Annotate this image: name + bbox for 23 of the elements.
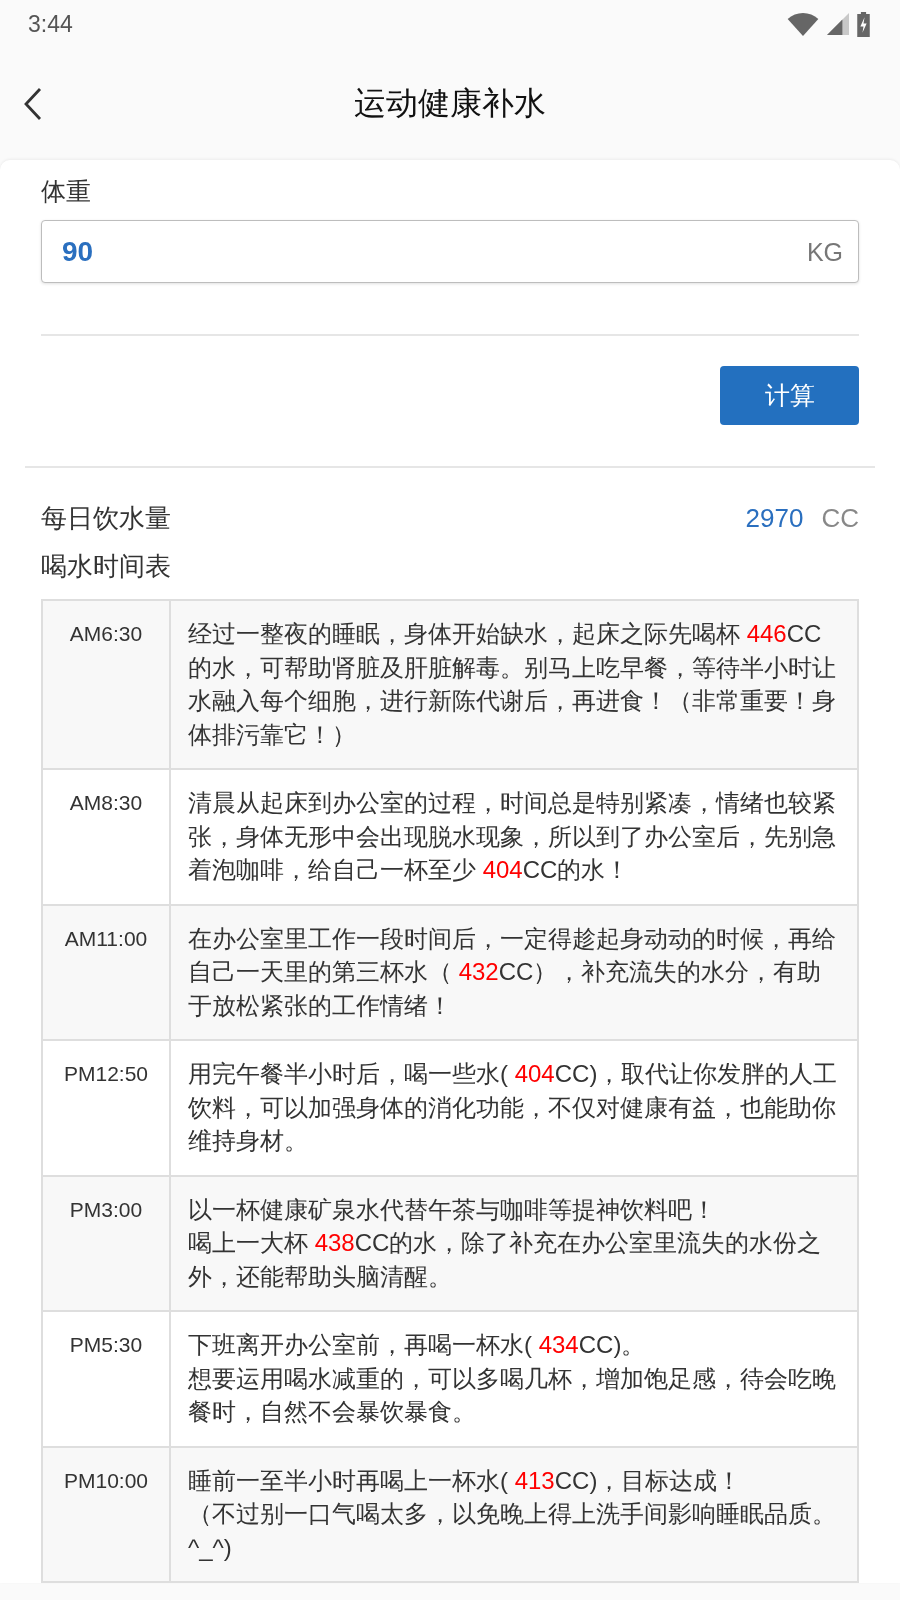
battery-charging-icon [857,11,870,37]
tip-text: 清晨从起床到办公室的过程，时间总是特别紧凑，情绪也较紧张，身体无形中会出现脱水现象，所以到了办公室后，先别急着泡咖啡，给自己一杯至少 404CC的水！ [188,788,837,885]
daily-water-label: 每日饮水量 [41,502,171,535]
tip-text: 下班离开办公室前，再喝一杯水( 434CC)。 [188,1330,647,1360]
calculate-button[interactable]: 计算 [720,366,859,425]
unit-label: KG [806,237,843,266]
tip-text: 喝上一大杯 438CC的水，除了补充在办公室里流失的水份之外，还能帮助头脑清醒。 [188,1228,823,1292]
tip-text: （不过别一口气喝太多，以免晚上得上洗手间影响睡眠品质。^_^) [188,1499,837,1563]
tip-text: 经过一整夜的睡眠，身体开始缺水，起床之际先喝杯 446CC的水，可帮助肾脏及肝脏解毒。别马上吃早餐，等待半小时让水融入每个细胞，进行新陈代谢后，再进食！（非常重要！身体排污靠它！） [188,619,837,750]
tip-text: 想要运用喝水减重的，可以多喝几杯，增加饱足感，待会吃晚餐时，自然不会暴饮暴食。 [188,1363,837,1427]
status-time: 3:44 [28,10,73,38]
signal-icon [827,13,849,35]
weight-label: 体重 [41,176,92,207]
schedule-title: 喝水时间表 [40,550,172,583]
time-cell: PM10:00 [43,1447,171,1581]
unit-label: CC [821,502,859,534]
wifi-icon [787,12,819,36]
page-title: 运动健康补水 [354,84,546,123]
daily-water-value: 2970 [745,502,804,534]
tip-text: 以一杯健康矿泉水代替午茶与咖啡等提神饮料吧！ [188,1194,717,1225]
tip-text: 睡前一至半小时再喝上一杯水( 413CC)，目标达成！ [188,1465,743,1496]
tip-text: 用完午餐半小时后，喝一些水( 404CC)，取代让你发胖的人工饮料，可以加强身体的消化功能，不仅对健康有益，也能助你维持身材。 [188,1059,839,1156]
tip-text: 在办公室里工作一段时间后，一定得趁起身动动的时候，再给自己一天里的第三杯水（ 432CC），补充流失的水分，有助于放松紧张的工作情绪！ [188,923,837,1021]
